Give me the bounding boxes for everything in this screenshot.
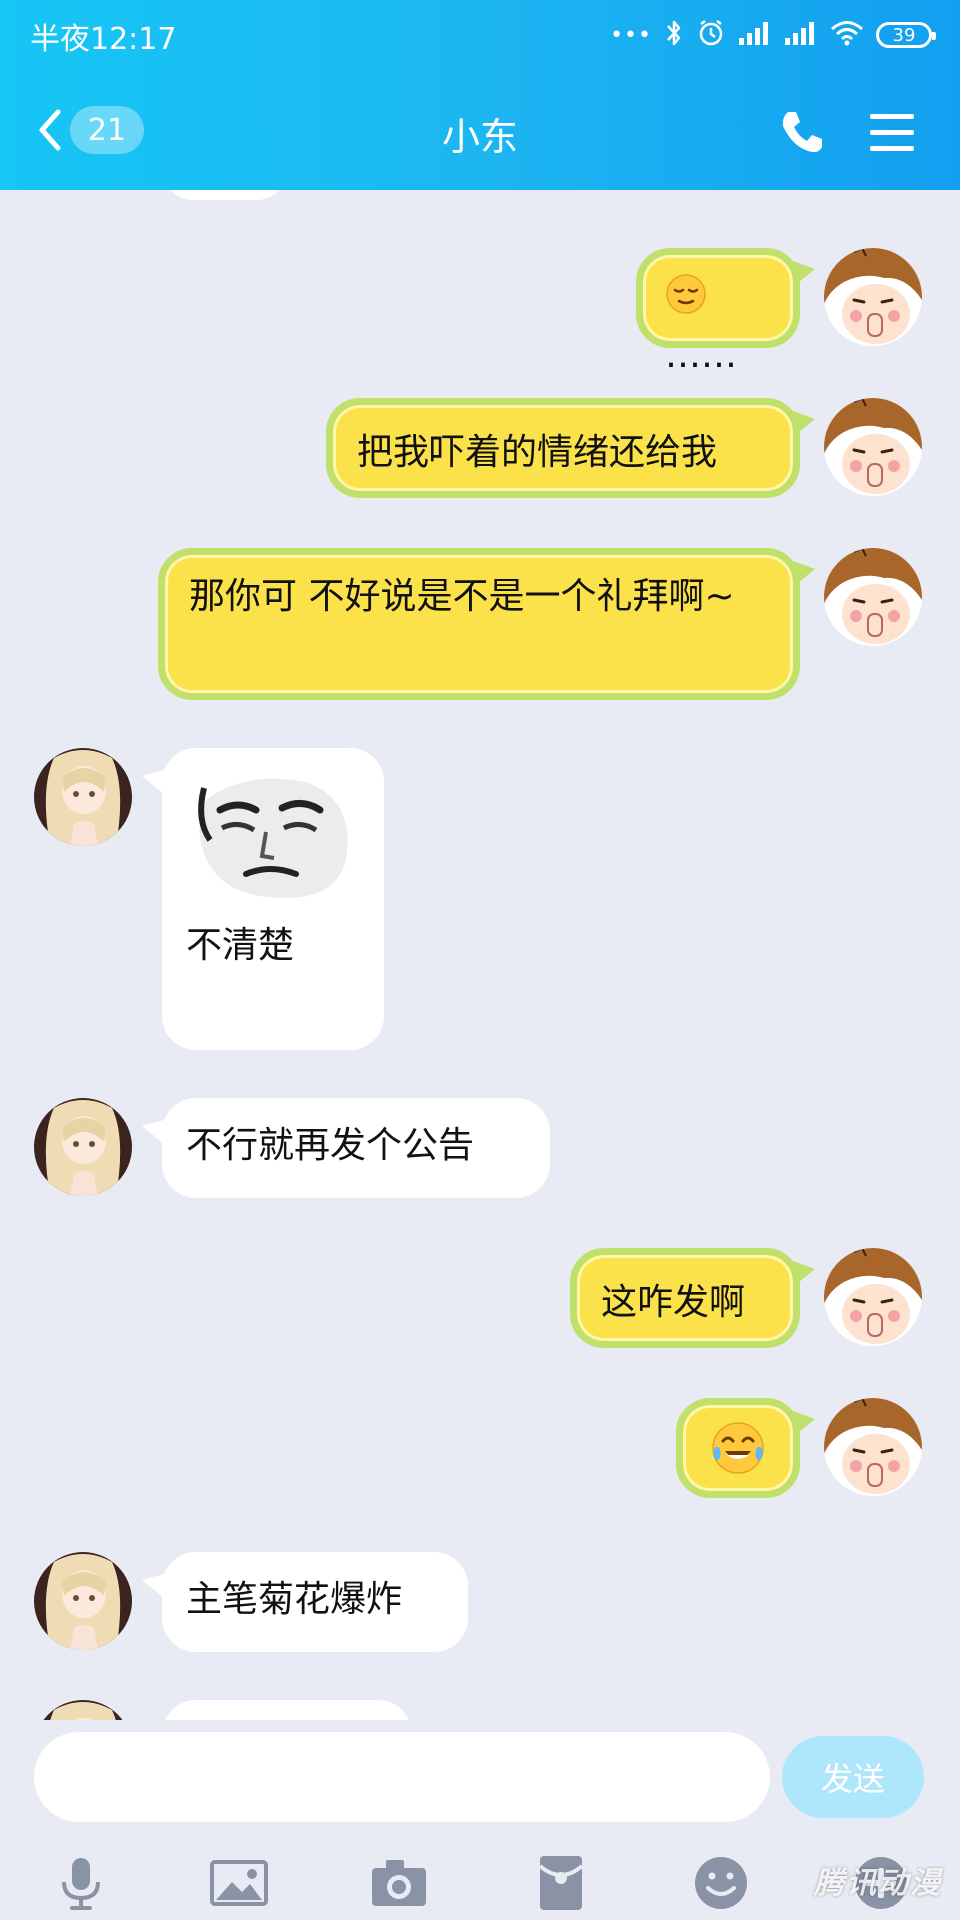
contact-avatar[interactable]: [34, 748, 132, 846]
message-bubble-self[interactable]: ……: [636, 248, 815, 376]
emoji-icon[interactable]: [690, 1852, 752, 1914]
message-bubble-self[interactable]: [676, 1398, 815, 1498]
message-bubble-other[interactable]: 主笔菊花爆炸: [142, 1552, 468, 1652]
red-packet-icon[interactable]: [530, 1852, 592, 1914]
alarm-icon: [696, 18, 726, 52]
message-bubble-other[interactable]: 不清楚: [142, 748, 384, 1050]
send-button[interactable]: 发送: [782, 1736, 924, 1818]
message-input[interactable]: [34, 1732, 770, 1822]
status-bar: 半夜12:17 ••• 39: [0, 0, 960, 70]
signal-icon-2: [784, 20, 818, 50]
relieved-face-icon: [665, 273, 707, 330]
header: 半夜12:17 ••• 39 21 小东: [0, 0, 960, 190]
self-avatar[interactable]: [824, 1398, 922, 1496]
avatar-image-self: [824, 1248, 922, 1346]
composer: 发送 腾讯动漫: [0, 1720, 960, 1920]
self-avatar[interactable]: [824, 1248, 922, 1346]
phone-button[interactable]: [774, 104, 830, 160]
partial-message: [162, 1700, 412, 1720]
avatar-image-contact: [34, 1098, 132, 1196]
avatar-image-self: [824, 398, 922, 496]
partial-message: [160, 190, 290, 200]
avatar-image-self: [824, 1398, 922, 1496]
message-text: 把我吓着的情绪还给我: [357, 432, 718, 473]
message-bubble-self[interactable]: 这咋发啊: [570, 1248, 815, 1348]
watermark: 腾讯动漫: [814, 1866, 942, 1901]
status-icons: ••• 39: [610, 16, 936, 54]
bluetooth-icon: [664, 18, 684, 52]
avatar-image-contact: [34, 1552, 132, 1650]
avatar-image-contact: [34, 1700, 132, 1720]
camera-icon[interactable]: [368, 1852, 430, 1914]
notification-dots: •••: [610, 22, 652, 48]
status-time: 半夜12:17: [30, 22, 177, 57]
avatar-image-self: [824, 248, 922, 346]
message-text: ……: [665, 335, 737, 376]
message-list[interactable]: …… 把我吓着的情绪还给我 那你可 不好说是不是一个礼拜啊~ 不清楚 不行就再发…: [0, 190, 960, 1720]
chat-screen: 半夜12:17 ••• 39 21 小东 …… 把我吓着的情绪还给我 那你可 不…: [0, 0, 960, 1920]
meme-face-sticker-icon: [186, 770, 358, 902]
menu-button[interactable]: [864, 104, 920, 160]
navbar: 21 小东: [0, 80, 960, 180]
contact-avatar[interactable]: [34, 1552, 132, 1650]
contact-avatar[interactable]: [34, 1700, 132, 1720]
message-text: 不清楚: [186, 925, 295, 966]
mic-icon[interactable]: [50, 1852, 112, 1914]
avatar-image-self: [824, 548, 922, 646]
self-avatar[interactable]: [824, 248, 922, 346]
signal-icon: [738, 20, 772, 50]
message-text: 主笔菊花爆炸: [186, 1579, 403, 1620]
menu-icon: [870, 114, 914, 151]
self-avatar[interactable]: [824, 548, 922, 646]
battery-indicator: 39: [876, 22, 936, 48]
avatar-image-contact: [34, 748, 132, 846]
wifi-icon: [830, 19, 864, 51]
message-bubble-other[interactable]: 不行就再发个公告: [142, 1098, 550, 1198]
phone-icon: [782, 112, 822, 153]
tears-of-joy-face-icon: [709, 1419, 767, 1492]
message-text: 不行就再发个公告: [186, 1125, 475, 1166]
self-avatar[interactable]: [824, 398, 922, 496]
contact-avatar[interactable]: [34, 1098, 132, 1196]
message-text: 那你可 不好说是不是一个礼拜啊~: [189, 576, 735, 617]
image-icon[interactable]: [208, 1852, 270, 1914]
message-bubble-self[interactable]: 把我吓着的情绪还给我: [326, 398, 815, 498]
message-bubble-self[interactable]: 那你可 不好说是不是一个礼拜啊~: [158, 548, 815, 700]
message-text: 这咋发啊: [601, 1282, 746, 1323]
